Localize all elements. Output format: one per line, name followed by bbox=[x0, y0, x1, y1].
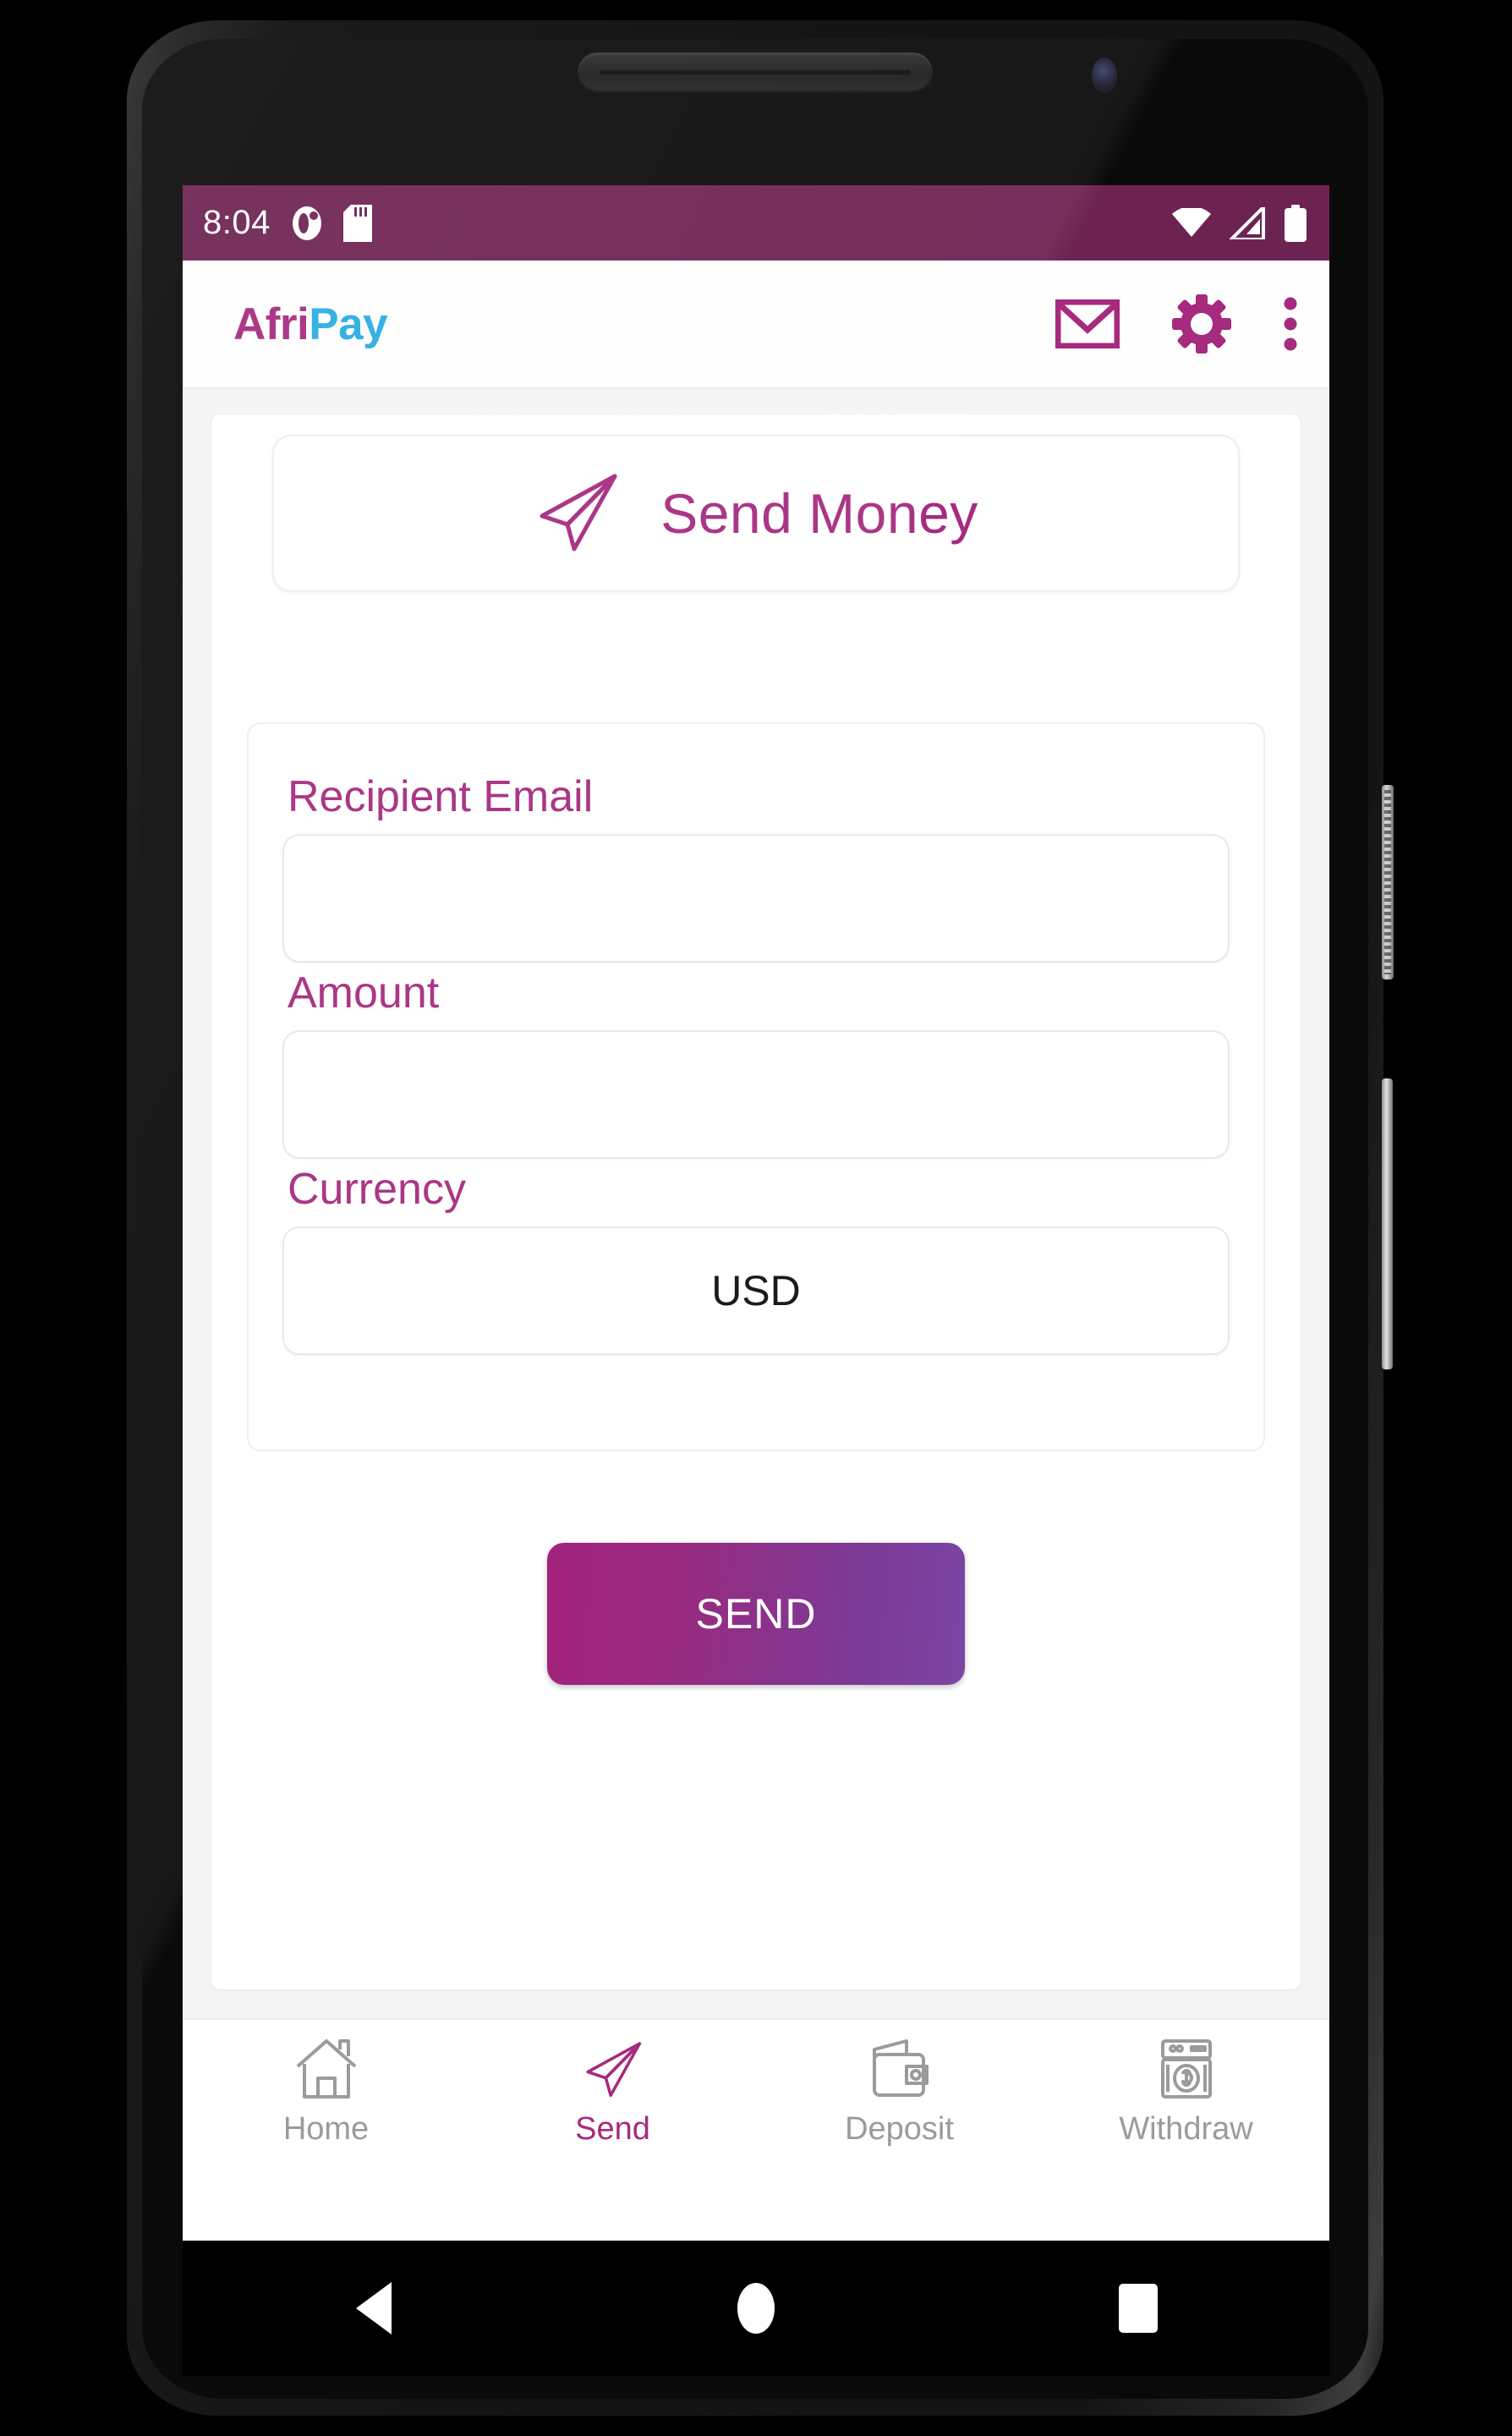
recipient-email-input[interactable] bbox=[282, 834, 1230, 963]
android-system-navigation-bar bbox=[183, 2241, 1329, 2376]
nav-item-send[interactable]: Send bbox=[469, 2038, 756, 2148]
mail-icon[interactable] bbox=[1055, 299, 1120, 348]
cellular-signal-icon bbox=[1230, 206, 1265, 239]
content-card: Send Money Recipient Email Amount Curren… bbox=[211, 414, 1301, 1989]
profile-badge-icon bbox=[292, 206, 321, 240]
status-bar-right bbox=[1172, 204, 1307, 242]
amount-input[interactable] bbox=[282, 1030, 1230, 1159]
nav-item-withdraw[interactable]: Withdraw bbox=[1043, 2038, 1329, 2148]
app-logo-part-one: Afri bbox=[233, 299, 310, 349]
paper-plane-icon bbox=[579, 2038, 647, 2104]
app-logo: AfriPay bbox=[233, 299, 388, 350]
sd-card-icon bbox=[342, 204, 372, 242]
nav-label-home: Home bbox=[282, 2111, 370, 2147]
recipient-email-label: Recipient Email bbox=[288, 772, 594, 821]
send-money-header-card: Send Money bbox=[272, 435, 1240, 592]
send-button[interactable]: SEND bbox=[547, 1543, 965, 1685]
gear-icon[interactable] bbox=[1172, 294, 1231, 354]
app-logo-part-two: Pay bbox=[309, 299, 388, 349]
status-clock: 8:04 bbox=[203, 204, 271, 241]
nav-label-send: Send bbox=[575, 2111, 650, 2147]
field-amount: Amount bbox=[282, 968, 1230, 1159]
amount-label: Amount bbox=[288, 968, 440, 1018]
currency-label: Currency bbox=[288, 1165, 466, 1214]
recents-square-icon bbox=[1119, 2284, 1158, 2333]
system-back-button[interactable] bbox=[183, 2282, 565, 2334]
status-bar-left: 8:04 bbox=[203, 204, 372, 242]
wifi-icon bbox=[1172, 207, 1211, 237]
home-icon bbox=[293, 2038, 360, 2104]
battery-icon bbox=[1285, 204, 1307, 242]
app-bar: AfriPay bbox=[183, 261, 1329, 389]
system-recents-button[interactable] bbox=[947, 2284, 1329, 2333]
device-screen: 8:04 AfriPay Send Money Recipient Email … bbox=[183, 185, 1329, 2241]
volume-rocker-button[interactable] bbox=[1382, 1078, 1393, 1369]
home-circle-icon bbox=[737, 2283, 775, 2334]
power-button[interactable] bbox=[1382, 785, 1394, 979]
content-area: Send Money Recipient Email Amount Curren… bbox=[183, 389, 1329, 2018]
wallet-icon bbox=[868, 2038, 932, 2104]
overflow-menu-icon[interactable] bbox=[1284, 297, 1297, 351]
bottom-navigation-bar: Home Send Deposit Withdraw bbox=[183, 2018, 1329, 2165]
status-bar: 8:04 bbox=[183, 185, 1329, 261]
nav-item-home[interactable]: Home bbox=[183, 2038, 469, 2148]
page-title: Send Money bbox=[660, 482, 978, 545]
back-triangle-icon bbox=[356, 2282, 392, 2334]
currency-selected-value: USD bbox=[711, 1267, 801, 1314]
send-money-form: Recipient Email Amount Currency USD bbox=[247, 722, 1265, 1451]
earpiece-speaker-icon bbox=[578, 52, 933, 93]
app-bar-actions bbox=[1055, 294, 1297, 354]
cash-atm-icon bbox=[1154, 2038, 1219, 2104]
field-recipient-email: Recipient Email bbox=[282, 771, 1230, 963]
paper-plane-icon bbox=[534, 468, 622, 560]
send-button-row: SEND bbox=[242, 1543, 1270, 1685]
nav-label-deposit: Deposit bbox=[845, 2111, 954, 2147]
nav-item-deposit[interactable]: Deposit bbox=[756, 2038, 1043, 2148]
front-camera-icon bbox=[1092, 58, 1117, 93]
currency-select[interactable]: USD bbox=[282, 1226, 1230, 1355]
nav-label-withdraw: Withdraw bbox=[1119, 2111, 1253, 2147]
field-currency: Currency USD bbox=[282, 1164, 1230, 1355]
system-home-button[interactable] bbox=[565, 2283, 947, 2334]
